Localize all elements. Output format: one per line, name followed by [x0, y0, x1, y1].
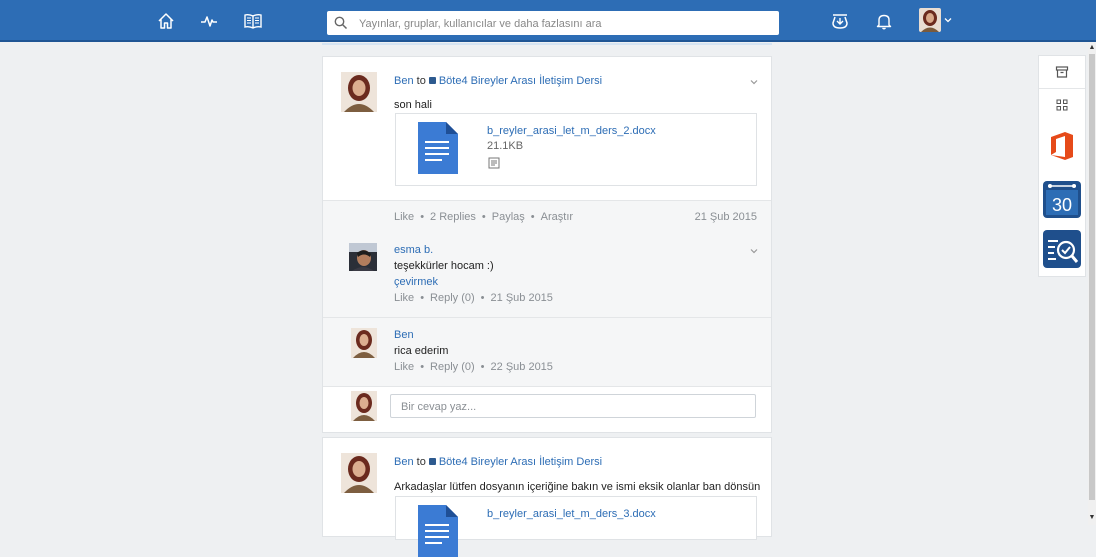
post-header: Ben to Böte4 Bireyler Arası İletişim Ders… [394, 75, 602, 87]
chevron-down-icon[interactable] [749, 246, 759, 256]
reply-avatar[interactable] [351, 328, 377, 358]
user-avatar[interactable] [919, 8, 941, 32]
attachment-card[interactable]: b_reyler_arasi_let_m_ders_2.docx 21.1KB [395, 113, 757, 186]
bell-icon[interactable] [873, 10, 895, 32]
author-link[interactable]: Ben [394, 456, 414, 468]
attachment-card[interactable]: b_reyler_arasi_let_m_ders_3.docx [395, 496, 757, 557]
group-icon [428, 458, 436, 465]
author-link[interactable]: Ben [394, 75, 414, 87]
file-name-link[interactable]: b_reyler_arasi_let_m_ders_3.docx [487, 508, 656, 520]
group-icon [428, 77, 436, 84]
author-avatar[interactable] [341, 453, 377, 493]
search-tasks-icon[interactable] [1039, 228, 1085, 270]
separator: • [480, 292, 485, 304]
reply-date: 21 Şub 2015 [490, 292, 553, 304]
reply-link[interactable]: Reply (0) [430, 361, 475, 373]
apps-grid-icon[interactable] [1039, 89, 1085, 121]
chevron-down-icon[interactable] [943, 15, 953, 25]
share-link[interactable]: Paylaş [492, 211, 525, 223]
post-message: son hali [394, 99, 432, 111]
office-icon[interactable] [1039, 128, 1085, 164]
reply-box [390, 394, 756, 418]
book-icon[interactable] [242, 10, 264, 32]
preview-icon[interactable] [488, 157, 500, 169]
word-document-icon [418, 122, 458, 174]
to-label: to [416, 456, 426, 468]
scrollbar-thumb[interactable] [1089, 54, 1095, 500]
archive-icon[interactable] [1039, 56, 1085, 89]
to-label: to [416, 75, 426, 87]
post-date: 21 Şub 2015 [694, 211, 757, 223]
side-rail: 30 [1038, 55, 1086, 277]
separator: • [420, 211, 425, 223]
scroll-up-icon[interactable]: ▲ [1088, 43, 1096, 53]
activity-icon[interactable] [198, 10, 220, 32]
translate-link[interactable]: çevirmek [394, 276, 438, 288]
reply-text: rica ederim [394, 345, 449, 357]
search-input[interactable] [357, 13, 771, 35]
separator: • [420, 361, 425, 373]
post-header: Ben to Böte4 Bireyler Arası İletişim Ders… [394, 456, 602, 468]
divider [322, 43, 772, 45]
composer-avatar [351, 391, 377, 421]
like-link[interactable]: Like [394, 211, 414, 223]
word-document-icon [418, 505, 458, 557]
reply-item: Ben rica ederim Like • Reply (0) • 22 Şub 20… [323, 318, 771, 387]
search-link[interactable]: Araştır [541, 211, 573, 223]
separator: • [530, 211, 535, 223]
reply-avatar[interactable] [349, 243, 377, 271]
search-bar [327, 11, 779, 35]
reply-item: esma b. teşekkürler hocam :) çevirmek Li… [323, 233, 771, 318]
like-link[interactable]: Like [394, 292, 414, 304]
chevron-down-icon[interactable] [749, 77, 759, 87]
post-card: Ben to Böte4 Bireyler Arası İletişim Ders… [322, 437, 772, 557]
post-actions: Like • 2 Replies • Paylaş • Araştır [394, 211, 573, 223]
reply-input[interactable] [399, 396, 753, 418]
top-bar [0, 0, 1096, 42]
reply-actions: Like • Reply (0) • 21 Şub 2015 [394, 292, 553, 304]
post-message: Arkadaşlar lütfen dosyanın içeriğine bak… [394, 481, 761, 493]
post-card: Ben to Böte4 Bireyler Arası İletişim Ders… [322, 56, 772, 433]
separator: • [480, 361, 485, 373]
scroll-down-icon[interactable]: ▼ [1088, 513, 1096, 523]
reply-actions: Like • Reply (0) • 22 Şub 2015 [394, 361, 553, 373]
author-avatar[interactable] [341, 72, 377, 112]
group-link[interactable]: Böte4 Bireyler Arası İletişim Dersi [439, 456, 602, 468]
reply-author-link[interactable]: Ben [394, 329, 414, 341]
like-link[interactable]: Like [394, 361, 414, 373]
file-size: 21.1KB [487, 140, 524, 152]
separator: • [420, 292, 425, 304]
reply-text: teşekkürler hocam :) [394, 260, 494, 272]
separator: • [481, 211, 486, 223]
inbox-icon[interactable] [829, 10, 851, 32]
file-name-link[interactable]: b_reyler_arasi_let_m_ders_2.docx [487, 125, 656, 137]
reply-author-link[interactable]: esma b. [394, 244, 433, 256]
calendar-day: 30 [1052, 195, 1072, 215]
reply-date: 22 Şub 2015 [490, 361, 553, 373]
reply-link[interactable]: Reply (0) [430, 292, 475, 304]
home-icon[interactable] [155, 10, 177, 32]
replies-link[interactable]: 2 Replies [430, 211, 476, 223]
group-link[interactable]: Böte4 Bireyler Arası İletişim Dersi [439, 75, 602, 87]
search-icon [334, 16, 348, 30]
post-action-bar: Like • 2 Replies • Paylaş • Araştır 21 Şub 201… [323, 200, 771, 234]
calendar-icon[interactable]: 30 [1039, 178, 1085, 220]
